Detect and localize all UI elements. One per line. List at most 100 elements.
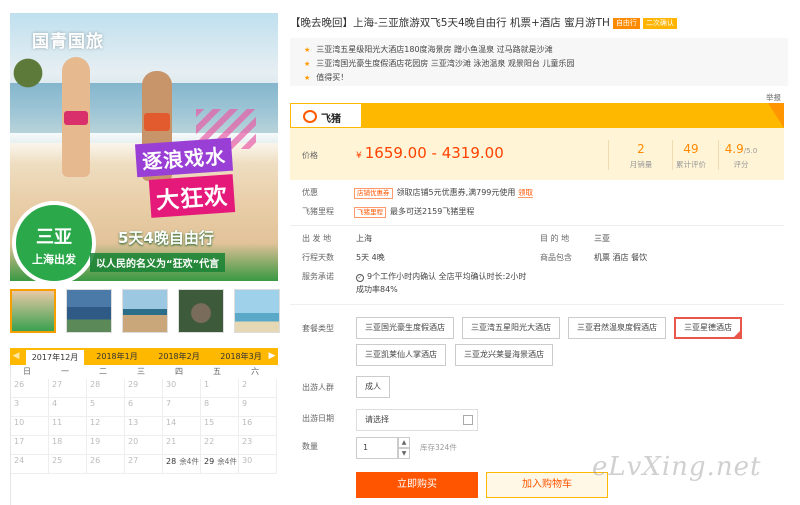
package-option[interactable]: 三亚国光豪生度假酒店 [356,317,454,339]
thumbnail-3[interactable] [122,289,168,333]
calendar-next-icon[interactable]: ▶ [266,348,278,365]
thumbnail-strip [10,289,280,335]
divider [290,225,784,226]
product-main-image: 国青国旅 逐浪戏水 大狂欢 三亚 上海出发 5天4晚自由行 以人民的名义为“狂欢… [10,13,278,281]
calendar-day: 10 [11,417,49,436]
includes-value: 机票 酒店 餐饮 [594,253,648,262]
calendar-day: 5 [87,398,125,417]
calendar-day: 6 [125,398,163,417]
promo-row: 优惠 店铺优惠券 领取店铺5元优惠券,满799元使用 领取 [302,187,533,199]
calendar-day-number: 27 [128,456,139,465]
calendar-day[interactable]: 28 余4件 [163,455,201,474]
calendar-day: 21 [163,436,201,455]
divider [290,304,784,305]
calendar-month-tab[interactable]: 2017年12月 [26,348,84,365]
calendar-day-number: 16 [242,418,253,427]
calendar-day: 2 [239,379,277,398]
calendar-day: 29 [125,379,163,398]
duration-text: 5天4晚自由行 [118,229,214,247]
calendar-day: 27 [49,379,87,398]
price-panel: 价格 ¥1659.00 - 4319.00 2 月销量 49 累计评价 4.9/… [290,128,784,180]
calendar-day-number: 21 [166,437,177,446]
calendar-day-number: 27 [52,380,63,389]
calendar-day-number: 28 [90,380,101,389]
calendar-day-number: 3 [14,399,20,408]
calendar-day[interactable]: 29 余4件 [201,455,239,474]
hero-headline-2: 大狂欢 [148,174,236,218]
calendar-day-number: 13 [128,418,139,427]
calendar-day: 18 [49,436,87,455]
decor-corner [768,103,784,128]
includes-label: 商品包含 [540,253,572,262]
calendar-day: 30 [239,455,277,474]
qty-decrease-icon[interactable]: ▼ [398,448,410,459]
package-option[interactable]: 三亚湾五星阳光大酒店 [462,317,560,339]
claim-coupon-link[interactable]: 领取 [517,188,533,198]
people-option[interactable]: 成人 [356,376,390,398]
calendar-day: 15 [201,417,239,436]
feature-text: 值得买！ [316,73,349,82]
destination-text: 三亚 [36,227,72,248]
from-row: 出 发 地 上海 [302,233,372,244]
service-rate: 成功率84% [356,284,398,295]
date-select[interactable]: 请选择 [356,409,478,431]
rating-stat: 4.9/5.0 评分 [710,142,772,170]
feature-text: 三亚湾五星级阳光大酒店180度海景房 蹭小鱼温泉 过马路就是沙滩 [316,45,553,54]
thumbnail-4[interactable] [178,289,224,333]
price-value: 1659.00 - 4319.00 [364,144,504,162]
calendar-day-number: 23 [242,437,253,446]
hero-brand: 国青国旅 [32,32,104,52]
calendar-day-number: 5 [90,399,96,408]
days-value: 5天 4晚 [356,253,385,262]
product-title-text: 【晚去晚回】上海-三亚旅游双飞5天4晚自由行 机票+酒店 蜜月游TH [290,17,610,29]
calendar-weekday: 三 [137,367,145,376]
calendar-weekday: 五 [213,367,221,376]
calendar-day-remain: 余4件 [179,457,199,466]
service-row: 服务承诺 ✓ 9个工作小时内确认 全店平均确认时长:2小时 [302,271,526,282]
thumbnail-1[interactable] [10,289,56,333]
calendar-prev-icon[interactable]: ◀ [10,348,22,365]
calendar-grid: 日一二三四五六 26 27 28 29 30 1 2 3 4 5 6 7 8 9 10 11 12 13 14 15 16… [10,365,278,505]
days-row: 行程天数 5天 4晚 [302,252,385,263]
selected-check-icon [733,330,741,338]
thumbnail-2[interactable] [66,289,112,333]
qty-increase-icon[interactable]: ▲ [398,437,410,448]
check-icon: ✓ [356,274,364,282]
package-option[interactable]: 三亚凯莱仙人掌酒店 [356,344,446,366]
date-placeholder: 请选择 [365,415,389,424]
rating-value: 4.9 [724,142,744,156]
calendar-day: 30 [163,379,201,398]
calendar-day: 4 [49,398,87,417]
calendar-day-number: 24 [14,456,25,465]
tag-badge: 自由行 [612,18,640,29]
feature-item: ★ 三亚湾国光豪生度假酒店花园房 三亚湾沙滩 泳池温泉 观景阳台 儿童乐园 [304,58,574,69]
miles-text: 最多可送2159飞猪里程 [390,207,475,216]
report-link[interactable]: 举报 [766,92,781,103]
buy-now-button[interactable]: 立即购买 [356,472,478,498]
calendar-day-number: 15 [204,418,215,427]
rating-value-wrap: 4.9/5.0 [710,142,772,156]
qty-label: 数量 [302,442,318,451]
calendar-day: 19 [87,436,125,455]
calendar-day: 12 [87,417,125,436]
to-row: 目 的 地 三亚 [540,233,610,244]
package-option[interactable]: 三亚君然温泉度假酒店 [568,317,666,339]
quantity-input[interactable]: 1 [356,437,398,459]
calendar-day: 13 [125,417,163,436]
destination-badge: 三亚 上海出发 [12,201,96,281]
calendar-month-tab[interactable]: 2018年1月 [88,348,146,365]
promo-text: 领取店铺5元优惠券,满799元使用 [396,188,516,197]
calendar-day: 8 [201,398,239,417]
swimsuit-graphic [64,111,88,125]
calendar-month-tab[interactable]: 2018年3月 [212,348,270,365]
calendar-day-number: 6 [128,399,134,408]
package-option[interactable]: 三亚龙兴莱曼海景酒店 [455,344,553,366]
service-text: 9个工作小时内确认 全店平均确认时长:2小时 [367,272,527,281]
calendar-weekday: 六 [251,367,259,376]
calendar-day-number: 10 [14,418,25,427]
package-option-selected[interactable]: 三亚星德酒店 [674,317,742,339]
add-to-cart-button[interactable]: 加入购物车 [486,472,608,498]
thumbnail-5[interactable] [234,289,280,333]
calendar-day: 26 [87,455,125,474]
calendar-month-tab[interactable]: 2018年2月 [150,348,208,365]
